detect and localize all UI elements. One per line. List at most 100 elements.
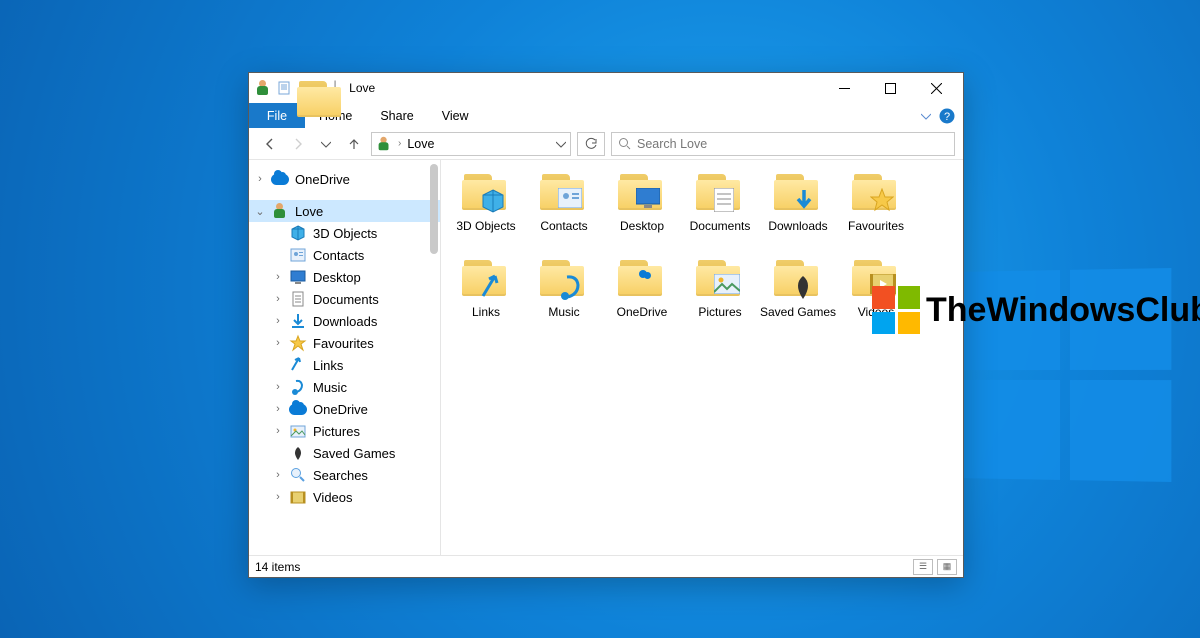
folder-item-links[interactable]: Links [447, 256, 525, 338]
folder-icon [774, 170, 822, 218]
search-box[interactable]: Search Love [611, 132, 955, 156]
tree-label: Documents [311, 292, 379, 307]
tree-label: OneDrive [293, 172, 350, 187]
contacts-icon [289, 246, 307, 264]
doc-icon [289, 290, 307, 308]
tree-item-desktop[interactable]: › Desktop [249, 266, 440, 288]
ribbon-tab-view[interactable]: View [428, 103, 483, 128]
watermark: TheWindowsClub [872, 280, 1200, 340]
folder-item-onedrive[interactable]: OneDrive [603, 256, 681, 338]
tree-expander[interactable]: › [271, 271, 285, 283]
navigation-pane[interactable]: ›OneDrive⌄Love3D ObjectsContacts›Desktop… [249, 160, 441, 555]
tree-label: Searches [311, 468, 368, 483]
tree-item-love[interactable]: ⌄Love [249, 200, 440, 222]
up-button[interactable] [343, 133, 365, 155]
titlebar[interactable]: | Love [249, 73, 963, 103]
folder-icon [297, 81, 313, 95]
tree-expander[interactable]: › [271, 469, 285, 481]
folder-item-contacts[interactable]: Contacts [525, 170, 603, 252]
search-placeholder: Search Love [637, 137, 707, 151]
breadcrumb-item[interactable]: Love [407, 137, 434, 151]
tree-label: Desktop [311, 270, 361, 285]
search-icon [618, 137, 631, 150]
cloud-icon [289, 400, 307, 418]
folder-item-saved-games[interactable]: Saved Games [759, 256, 837, 338]
folder-label: Documents [690, 218, 751, 234]
tree-item-pictures[interactable]: ›Pictures [249, 420, 440, 442]
svg-text:?: ? [944, 111, 950, 123]
tree-item-searches[interactable]: › Searches [249, 464, 440, 486]
folder-item-pictures[interactable]: Pictures [681, 256, 759, 338]
refresh-button[interactable] [577, 132, 605, 156]
desktop-icon [289, 268, 307, 286]
cube-icon [289, 224, 307, 242]
address-user-icon [377, 136, 391, 150]
folder-icon [540, 256, 588, 304]
folder-item-desktop[interactable]: Desktop [603, 170, 681, 252]
folder-label: Pictures [698, 304, 741, 320]
ribbon-collapse-icon[interactable] [921, 111, 931, 121]
details-view-button[interactable]: ☰ [913, 559, 933, 575]
tree-item-contacts[interactable]: Contacts [249, 244, 440, 266]
maximize-button[interactable] [867, 73, 913, 103]
ribbon-tab-share[interactable]: Share [366, 103, 427, 128]
tree-label: Favourites [311, 336, 374, 351]
tree-item-3d-objects[interactable]: 3D Objects [249, 222, 440, 244]
tree-item-music[interactable]: › Music [249, 376, 440, 398]
back-button[interactable] [259, 133, 281, 155]
content-pane[interactable]: 3D Objects Contacts Desktop Documents Do… [441, 160, 963, 555]
tree-expander[interactable]: › [271, 315, 285, 327]
icons-view-button[interactable]: ▦ [937, 559, 957, 575]
folder-label: Downloads [768, 218, 827, 234]
folder-label: Desktop [620, 218, 664, 234]
link-icon [289, 356, 307, 374]
forward-button[interactable] [287, 133, 309, 155]
tree-expander[interactable]: › [271, 337, 285, 349]
help-icon[interactable]: ? [939, 108, 955, 124]
tree-item-videos[interactable]: › Videos [249, 486, 440, 508]
tree-expander[interactable]: › [271, 403, 285, 415]
tree-item-downloads[interactable]: ›Downloads [249, 310, 440, 332]
music-icon [289, 378, 307, 396]
address-bar[interactable]: › Love [371, 132, 571, 156]
scrollbar-thumb[interactable] [430, 164, 438, 254]
tree-item-links[interactable]: Links [249, 354, 440, 376]
tree-item-saved-games[interactable]: Saved Games [249, 442, 440, 464]
folder-item-favourites[interactable]: Favourites [837, 170, 915, 252]
folder-item-downloads[interactable]: Downloads [759, 170, 837, 252]
file-explorer-window: | Love File Home Share View ? › Love [248, 72, 964, 578]
tree-expander[interactable]: ⌄ [253, 205, 267, 218]
folder-icon [618, 256, 666, 304]
folder-label: Links [472, 304, 500, 320]
tree-item-onedrive[interactable]: ›OneDrive [249, 398, 440, 420]
tree-expander[interactable]: › [271, 491, 285, 503]
folder-label: 3D Objects [456, 218, 515, 234]
close-button[interactable] [913, 73, 959, 103]
folder-label: Favourites [848, 218, 904, 234]
recent-locations-button[interactable] [315, 133, 337, 155]
tree-expander[interactable]: › [271, 293, 285, 305]
folder-icon [462, 170, 510, 218]
tree-item-documents[interactable]: › Documents [249, 288, 440, 310]
games-icon [289, 444, 307, 462]
address-dropdown-icon[interactable] [556, 139, 566, 149]
tree-item-favourites[interactable]: › Favourites [249, 332, 440, 354]
breadcrumb-separator: › [398, 138, 401, 149]
tree-item-onedrive[interactable]: › OneDrive [249, 168, 440, 190]
tree-label: 3D Objects [311, 226, 377, 241]
tree-expander[interactable]: › [253, 173, 267, 185]
folder-icon [462, 256, 510, 304]
tree-label: Videos [311, 490, 353, 505]
tree-expander[interactable]: › [271, 381, 285, 393]
folder-icon [618, 170, 666, 218]
folder-item-3d-objects[interactable]: 3D Objects [447, 170, 525, 252]
ribbon: File Home Share View ? [249, 103, 963, 128]
folder-icon [852, 170, 900, 218]
tree-expander[interactable]: › [271, 425, 285, 437]
folder-label: Saved Games [760, 304, 836, 320]
folder-label: Music [548, 304, 579, 320]
tree-label: Music [311, 380, 347, 395]
minimize-button[interactable] [821, 73, 867, 103]
folder-item-documents[interactable]: Documents [681, 170, 759, 252]
folder-item-music[interactable]: Music [525, 256, 603, 338]
